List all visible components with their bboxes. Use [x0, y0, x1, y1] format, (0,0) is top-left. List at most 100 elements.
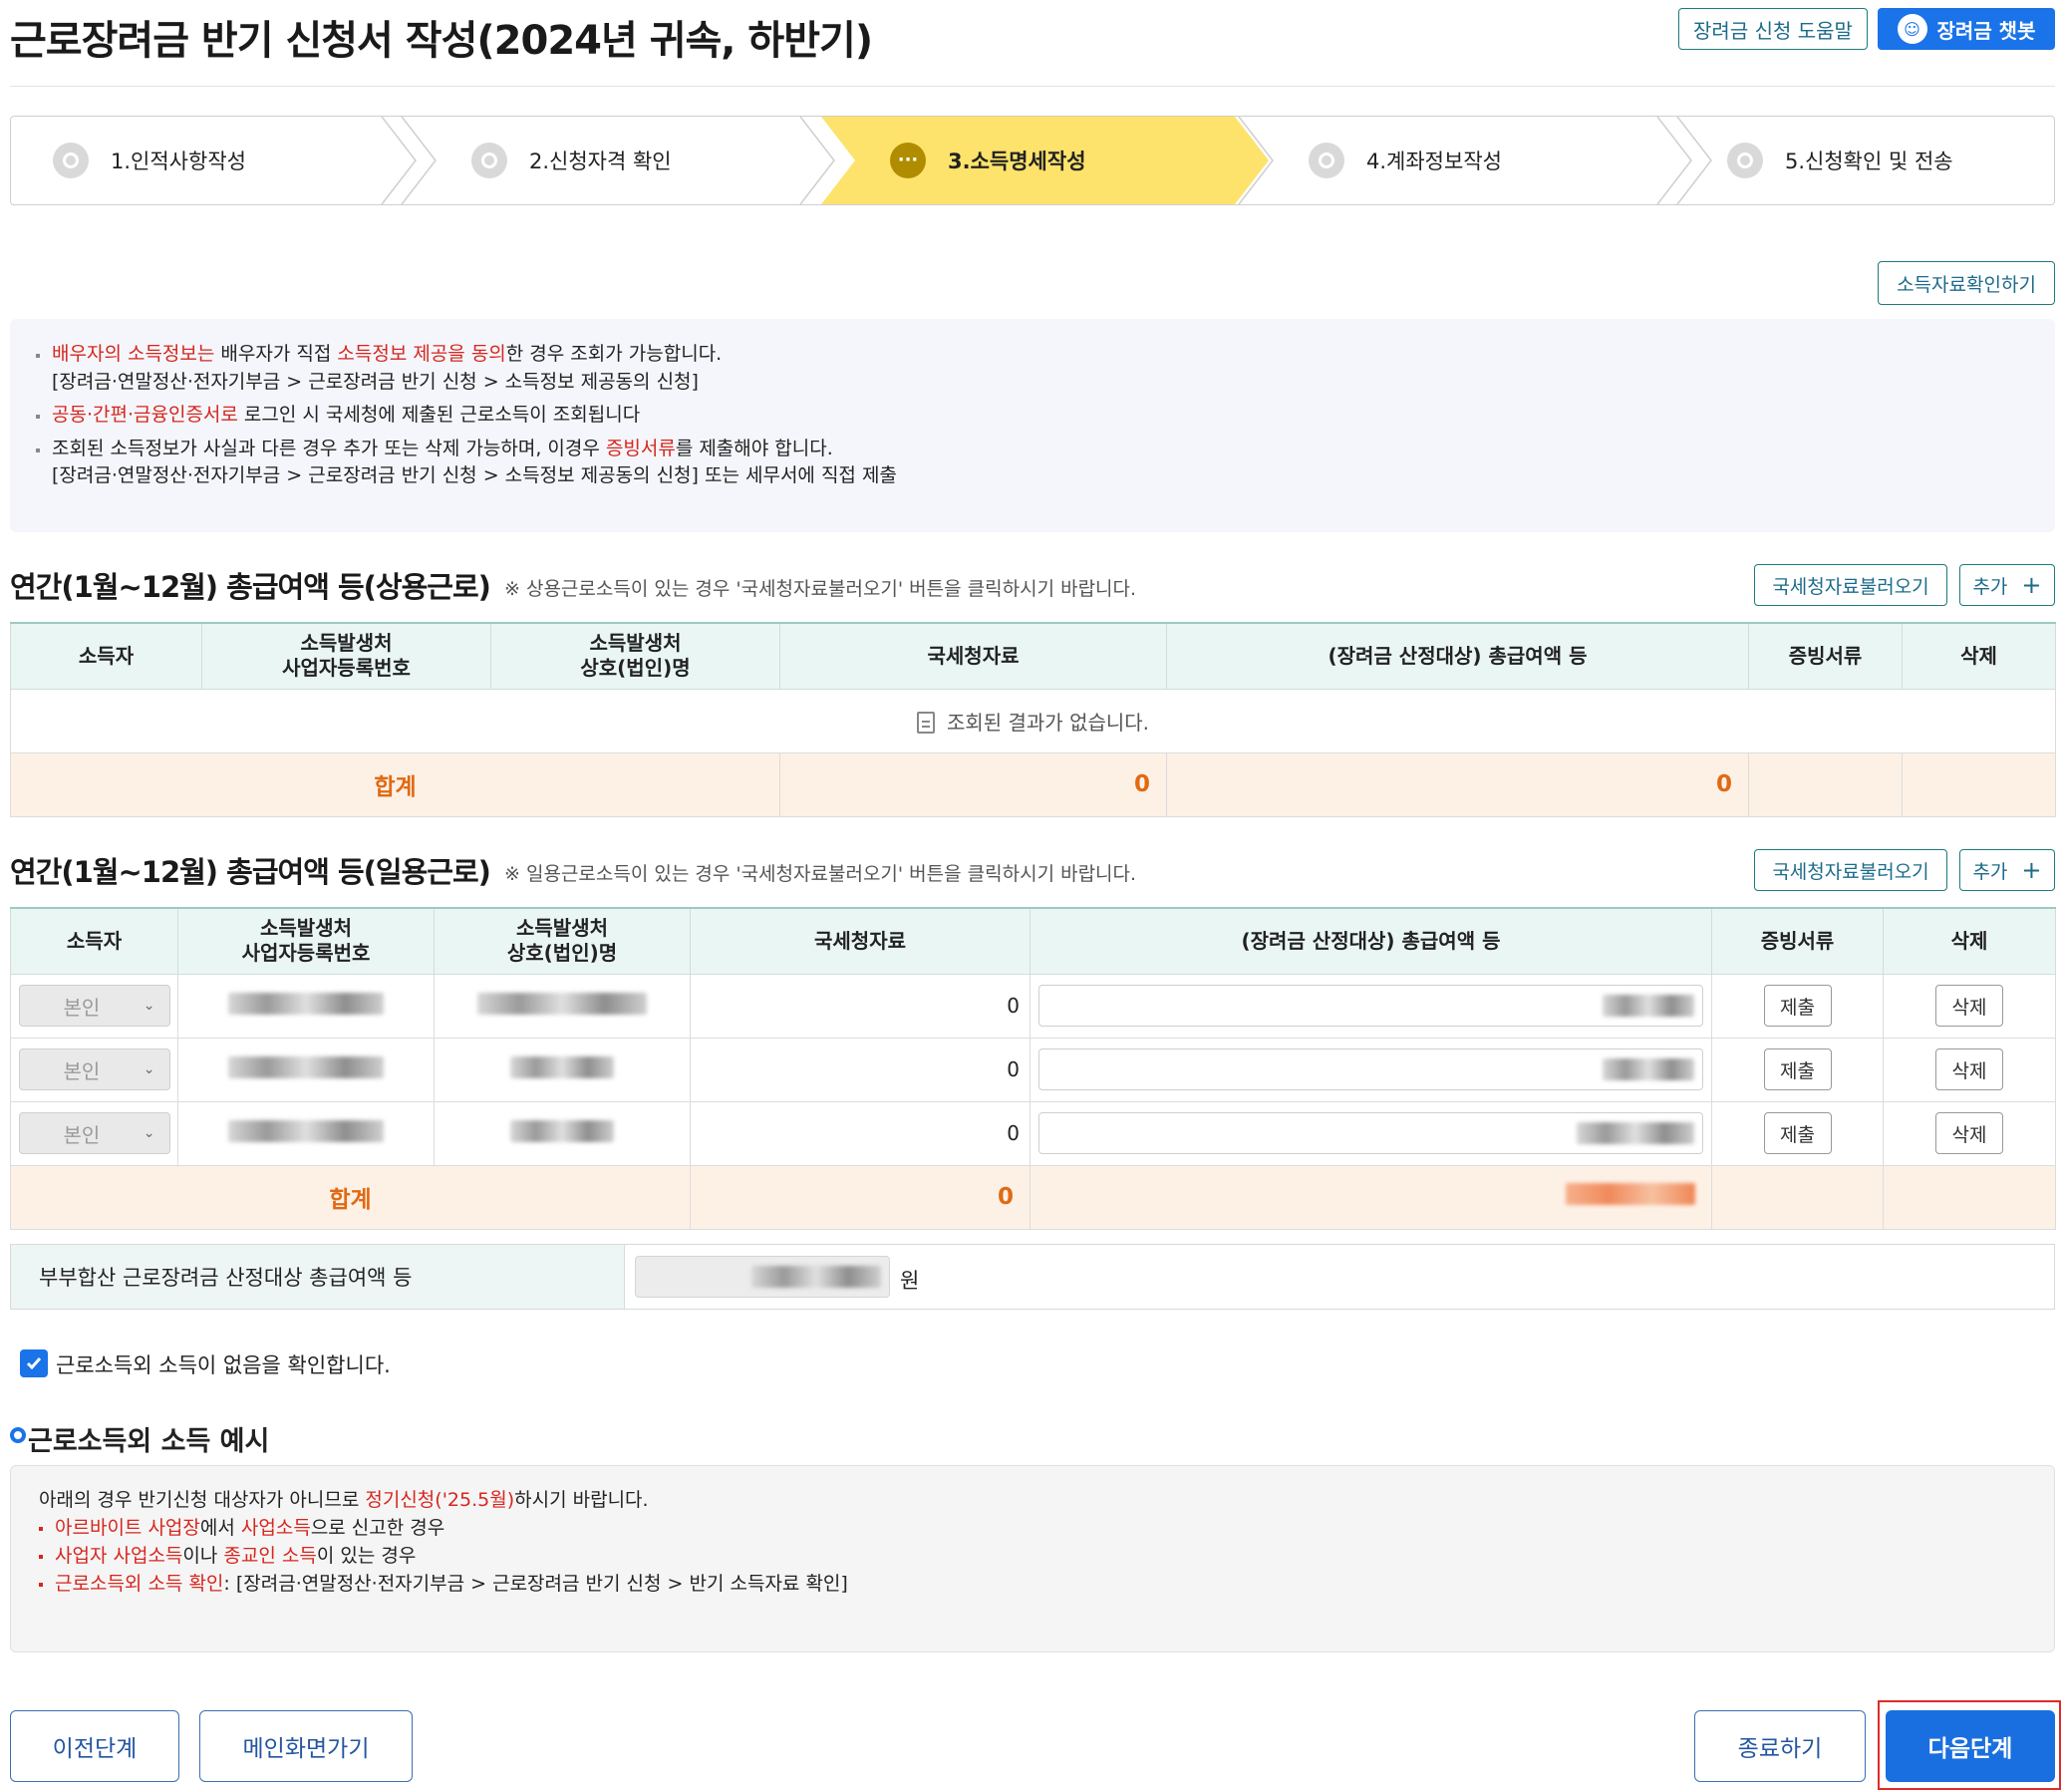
notice-box: 배우자의 소득정보는 배우자가 직접 소득정보 제공을 동의한 경우 조회가 가… — [10, 319, 2055, 532]
regular-load-nts-button[interactable]: 국세청자료불러오기 — [1754, 564, 1947, 606]
nts-value: 0 — [690, 1037, 1031, 1102]
step-2: 2.신청자격 확인 — [471, 117, 672, 204]
step-progress: 1.인적사항작성 2.신청자격 확인 ··· 3.소득명세작성 4.계좌정보작성… — [10, 116, 2055, 205]
step-3: ··· 3.소득명세작성 — [890, 117, 1086, 204]
step-2-label: 2.신청자격 확인 — [529, 149, 672, 173]
col-total: (장려금 산정대상) 총급여액 등 — [1030, 907, 1712, 975]
notice-text: 로그인 시 국세청에 제출된 근로소득이 조회됩니다 — [237, 404, 641, 427]
sum-nts: 0 — [690, 1164, 1031, 1230]
plus-icon: + — [2021, 571, 2042, 599]
couple-total-field — [635, 1256, 890, 1298]
col-company: 소득발생처 상호(법인)명 — [434, 907, 691, 975]
step-pending-icon — [1727, 143, 1763, 178]
delete-row-button[interactable]: 삭제 — [1935, 985, 2003, 1027]
table-row: 본인 ⌄ 0 제출 삭제 — [10, 973, 2056, 1039]
sum-nts: 0 — [779, 751, 1167, 817]
step-4: 4.계좌정보작성 — [1309, 117, 1502, 204]
confirm-checkbox[interactable] — [20, 1349, 48, 1377]
notice-item: 공동·간편·금융인증서로 로그인 시 국세청에 제출된 근로소득이 조회됩니다 — [34, 402, 2031, 430]
empty-message: 조회된 결과가 없습니다. — [946, 710, 1150, 735]
next-step-button[interactable]: 다음단계 — [1886, 1710, 2055, 1782]
regular-add-button[interactable]: 추가 + — [1959, 564, 2055, 606]
col-delete: 삭제 — [1902, 622, 2056, 690]
notice-item: 배우자의 소득정보는 배우자가 직접 소득정보 제공을 동의한 경우 조회가 가… — [34, 341, 2031, 369]
prev-step-button[interactable]: 이전단계 — [10, 1710, 179, 1782]
amount-input[interactable] — [1038, 985, 1703, 1027]
add-label: 추가 — [1972, 575, 2008, 598]
col-nts: 국세청자료 — [690, 907, 1031, 975]
daily-load-nts-button[interactable]: 국세청자료불러오기 — [1754, 849, 1947, 891]
step-done-icon — [53, 143, 89, 178]
redacted-bizno — [228, 1119, 384, 1142]
section-bullet-icon — [10, 1427, 26, 1443]
step-5: 5.신청확인 및 전송 — [1727, 117, 1953, 204]
sum-row: 합계 0 — [10, 1164, 2056, 1230]
step-5-label: 5.신청확인 및 전송 — [1785, 149, 1953, 173]
check-icon — [26, 1357, 42, 1370]
chatbot-icon: ☺ — [1897, 14, 1927, 44]
notice-item: 조회된 소득정보가 사실과 다른 경우 추가 또는 삭제 가능하며, 이경우 증… — [34, 436, 2031, 463]
earner-select[interactable]: 본인 ⌄ — [18, 985, 170, 1027]
example-title: 근로소득외 소득 예시 — [28, 1426, 270, 1457]
notice-highlight: 배우자의 소득정보는 — [52, 343, 215, 365]
submit-proof-button[interactable]: 제출 — [1763, 1112, 1832, 1154]
notice-highlight: 공동·간편·금융인증서로 — [52, 404, 238, 427]
amount-input[interactable] — [1038, 1048, 1703, 1090]
submit-proof-button[interactable]: 제출 — [1763, 1048, 1832, 1090]
delete-row-button[interactable]: 삭제 — [1935, 1112, 2003, 1154]
col-proof: 증빙서류 — [1748, 622, 1903, 690]
table-row: 본인 ⌄ 0 제출 삭제 — [10, 1037, 2056, 1102]
couple-total-row: 부부합산 근로장려금 산정대상 총급여액 등 원 — [10, 1244, 2055, 1310]
notice-text: 배우자가 직접 — [214, 343, 338, 365]
col-nts: 국세청자료 — [779, 622, 1167, 690]
redacted-company — [510, 1119, 614, 1142]
col-proof: 증빙서류 — [1711, 907, 1884, 975]
couple-total-label: 부부합산 근로장려금 산정대상 총급여액 등 — [11, 1245, 625, 1309]
earner-select[interactable]: 본인 ⌄ — [18, 1112, 170, 1154]
step-active-icon: ··· — [890, 143, 926, 178]
confirm-checkbox-label[interactable]: 근로소득외 소득이 없음을 확인합니다. — [56, 1349, 391, 1379]
empty-row: 조회된 결과가 없습니다. — [10, 688, 2056, 753]
regular-section-title: 연간(1월~12월) 총급여액 등(상용근로) — [10, 570, 491, 604]
daily-section-title: 연간(1월~12월) 총급여액 등(일용근로) — [10, 855, 491, 889]
chatbot-label: 장려금 챗봇 — [1936, 18, 2036, 43]
step-1-label: 1.인적사항작성 — [111, 149, 246, 173]
notice-subpath: [장려금·연말정산·전자기부금 > 근로장려금 반기 신청 > 소득정보 제공동… — [52, 370, 699, 393]
exit-button[interactable]: 종료하기 — [1694, 1710, 1866, 1782]
sum-label: 합계 — [10, 1164, 691, 1230]
chatbot-button[interactable]: ☺ 장려금 챗봇 — [1878, 8, 2055, 50]
redacted-company — [510, 1055, 614, 1078]
couple-total-unit: 원 — [900, 1269, 920, 1293]
notice-highlight: 소득정보 제공을 동의 — [337, 343, 506, 365]
earner-select[interactable]: 본인 ⌄ — [18, 1048, 170, 1090]
notice-highlight: 증빙서류 — [605, 437, 676, 459]
help-button[interactable]: 장려금 신청 도움말 — [1678, 8, 1868, 50]
col-earner: 소득자 — [10, 622, 202, 690]
notice-text: 한 경우 조회가 가능합니다. — [505, 343, 723, 365]
step-3-label: 3.소득명세작성 — [948, 149, 1086, 173]
step-4-label: 4.계좌정보작성 — [1366, 149, 1502, 173]
notice-text: 조회된 소득정보가 사실과 다른 경우 추가 또는 삭제 가능하며, 이경우 — [52, 437, 606, 459]
col-earner: 소득자 — [10, 907, 178, 975]
sum-total: 0 — [1166, 751, 1749, 817]
daily-income-table: 소득자 소득발생처 사업자등록번호 소득발생처 상호(법인)명 국세청자료 (장려금… — [10, 907, 2056, 1230]
main-screen-button[interactable]: 메인화면가기 — [199, 1710, 413, 1782]
col-company: 소득발생처 상호(법인)명 — [490, 622, 780, 690]
table-row: 본인 ⌄ 0 제출 삭제 — [10, 1100, 2056, 1166]
redacted-bizno — [228, 992, 384, 1015]
amount-input[interactable] — [1038, 1112, 1703, 1154]
step-pending-icon — [1309, 143, 1344, 178]
redacted-company — [477, 992, 647, 1015]
redacted-sum-total — [1566, 1183, 1695, 1205]
delete-row-button[interactable]: 삭제 — [1935, 1048, 2003, 1090]
example-item: 아르바이트 사업장에서 사업소득으로 신고한 경우 — [39, 1514, 2026, 1542]
page-title: 근로장려금 반기 신청서 작성(2024년 귀속, 하반기) — [10, 18, 873, 64]
daily-add-button[interactable]: 추가 + — [1959, 849, 2055, 891]
income-check-button[interactable]: 소득자료확인하기 — [1878, 261, 2055, 305]
sum-row: 합계 0 0 — [10, 751, 2056, 817]
regular-income-table: 소득자 소득발생처 사업자등록번호 소득발생처 상호(법인)명 국세청자료 (장려금… — [10, 622, 2056, 817]
redacted-bizno — [228, 1055, 384, 1078]
col-bizno: 소득발생처 사업자등록번호 — [177, 907, 435, 975]
submit-proof-button[interactable]: 제출 — [1763, 985, 1832, 1027]
example-intro: 아래의 경우 반기신청 대상자가 아니므로 정기신청('25.5월)하시기 바랍… — [39, 1489, 649, 1511]
